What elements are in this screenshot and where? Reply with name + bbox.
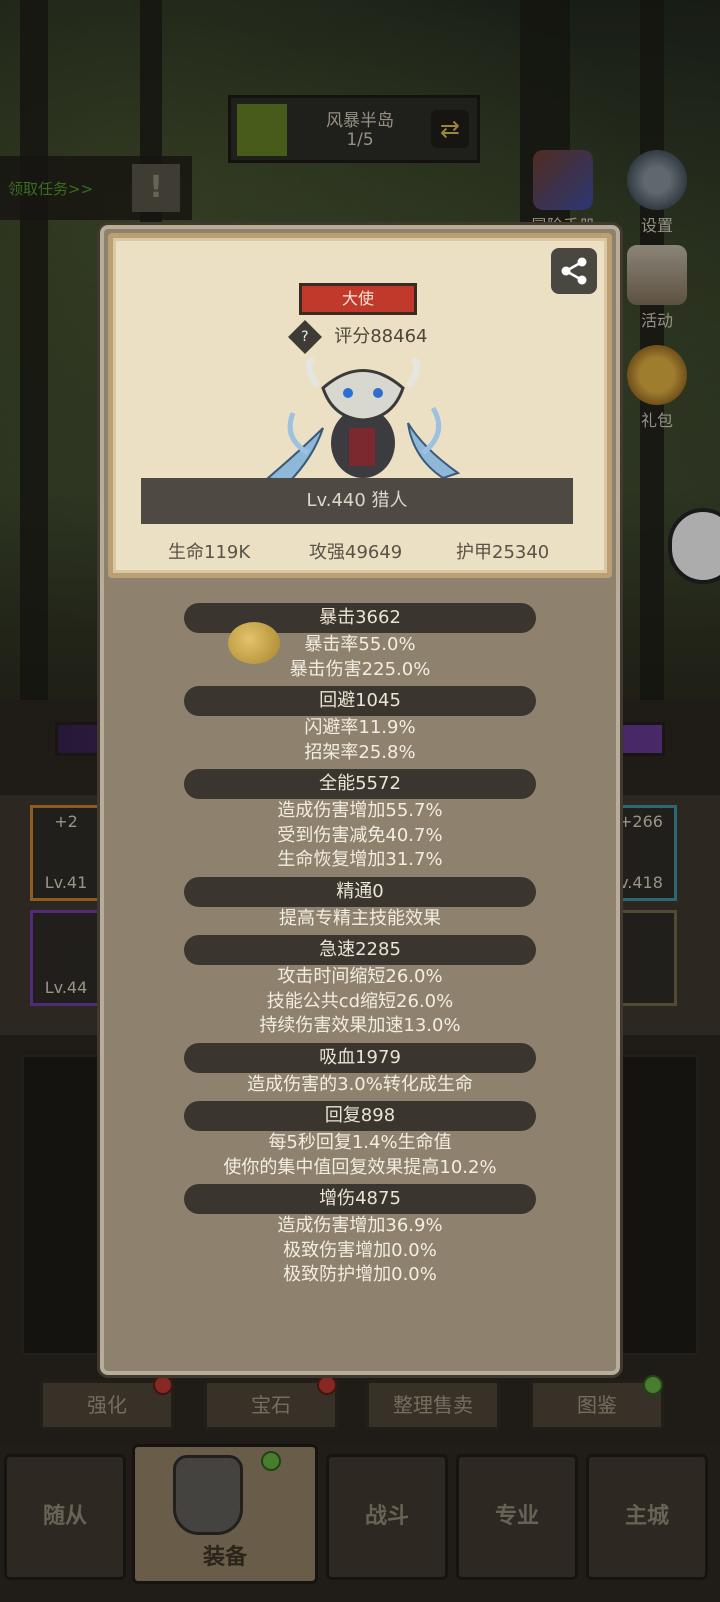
stat-header: 增伤4875 bbox=[184, 1184, 536, 1214]
stat-section: 增伤4875 造成伤害增加36.9% 极致伤害增加0.0% 极致防护增加0.0% bbox=[104, 1184, 616, 1288]
stat-section: 精通0 提高专精主技能效果 bbox=[104, 876, 616, 932]
stat-section: 暴击3662 暴击率55.0% 暴击伤害225.0% bbox=[104, 603, 616, 682]
stat-line: 攻击时间缩短26.0% bbox=[277, 966, 443, 987]
stat-line: 技能公共cd缩短26.0% bbox=[266, 990, 454, 1012]
stat-line: 使你的集中值回复效果提高10.2% bbox=[223, 1156, 497, 1178]
hunter-character-image bbox=[265, 358, 461, 485]
help-icon[interactable]: ? bbox=[287, 320, 322, 354]
stat-line: 受到伤害减免40.7% bbox=[277, 824, 443, 846]
stat-line: 极致防护增加0.0% bbox=[283, 1264, 437, 1285]
stat-header: 全能5572 bbox=[184, 769, 536, 799]
hp-stat: 生命119K bbox=[168, 542, 251, 563]
stat-section: 全能5572 造成伤害增加55.7% 受到伤害减免40.7% 生命恢复增加31.7% bbox=[104, 769, 616, 873]
stat-header: 急速2285 bbox=[184, 935, 536, 965]
stat-section: 回复898 每5秒回复1.4%生命值使你的集中值回复效果提高10.2% bbox=[104, 1101, 616, 1180]
stat-line: 持续伤害效果加速13.0% bbox=[259, 1015, 461, 1036]
stat-line: 造成伤害增加55.7% bbox=[277, 800, 443, 821]
stat-section: 回避1045 闪避率11.9% 招架率25.8% bbox=[104, 686, 616, 765]
armor-stat: 护甲25340 bbox=[456, 542, 550, 563]
stat-line: 造成伤害的3.0%转化成生命 bbox=[247, 1073, 473, 1095]
attack-stat: 攻强49649 bbox=[309, 542, 403, 563]
stat-section: 急速2285 攻击时间缩短26.0% 技能公共cd缩短26.0% 持续伤害效果加速13… bbox=[104, 935, 616, 1039]
character-stats-panel: 大使 ? 评分88464 Lv.440 猎人 生命119K 攻强49649 护甲… bbox=[100, 225, 620, 1375]
hero-name-level: Lv.440 猎人 bbox=[141, 478, 573, 524]
stat-line: 闪避率11.9% bbox=[304, 717, 416, 738]
stat-line: 暴击率55.0% bbox=[304, 634, 416, 655]
gold-coin-icon bbox=[228, 622, 280, 664]
stat-header: 精通0 bbox=[184, 876, 536, 907]
score-row: ? 评分88464 bbox=[113, 320, 607, 354]
stat-line: 生命恢复增加31.7% bbox=[277, 849, 443, 870]
stat-section: 吸血1979 造成伤害的3.0%转化成生命 bbox=[104, 1042, 616, 1098]
rank-badge: 大使 bbox=[299, 283, 417, 315]
stat-header: 回复898 bbox=[184, 1101, 536, 1131]
share-button[interactable] bbox=[551, 248, 597, 294]
stat-header: 回避1045 bbox=[184, 686, 536, 716]
stat-line: 造成伤害增加36.9% bbox=[277, 1215, 443, 1236]
stat-header: 吸血1979 bbox=[184, 1042, 536, 1073]
stat-line: 提高专精主技能效果 bbox=[279, 907, 441, 929]
stat-line: 极致伤害增加0.0% bbox=[283, 1239, 437, 1261]
share-icon bbox=[561, 257, 587, 285]
stat-line: 每5秒回复1.4%生命值 bbox=[268, 1132, 452, 1153]
score-value: 评分88464 bbox=[334, 326, 428, 347]
character-card: 大使 ? 评分88464 Lv.440 猎人 生命119K 攻强49649 护甲… bbox=[108, 233, 612, 578]
stat-line: 暴击伤害225.0% bbox=[289, 658, 431, 680]
stat-line: 招架率25.8% bbox=[304, 741, 416, 763]
